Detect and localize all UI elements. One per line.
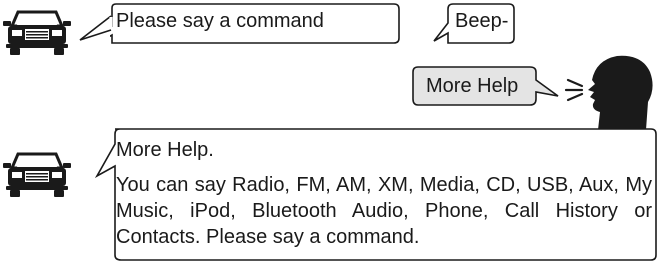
car-icon: [3, 10, 71, 55]
system-prompt-text: Please say a command: [116, 10, 324, 32]
system-response-title: More Help.: [116, 139, 214, 161]
system-response-body: You can say Radio, FM, AM, XM, Media, CD…: [116, 174, 652, 248]
speaking-head-icon: [564, 55, 653, 130]
bubble-tail: [79, 15, 113, 41]
user-utterance-text: More Help: [426, 75, 519, 97]
beep-text: Beep-: [455, 10, 509, 32]
car-icon: [3, 152, 71, 197]
